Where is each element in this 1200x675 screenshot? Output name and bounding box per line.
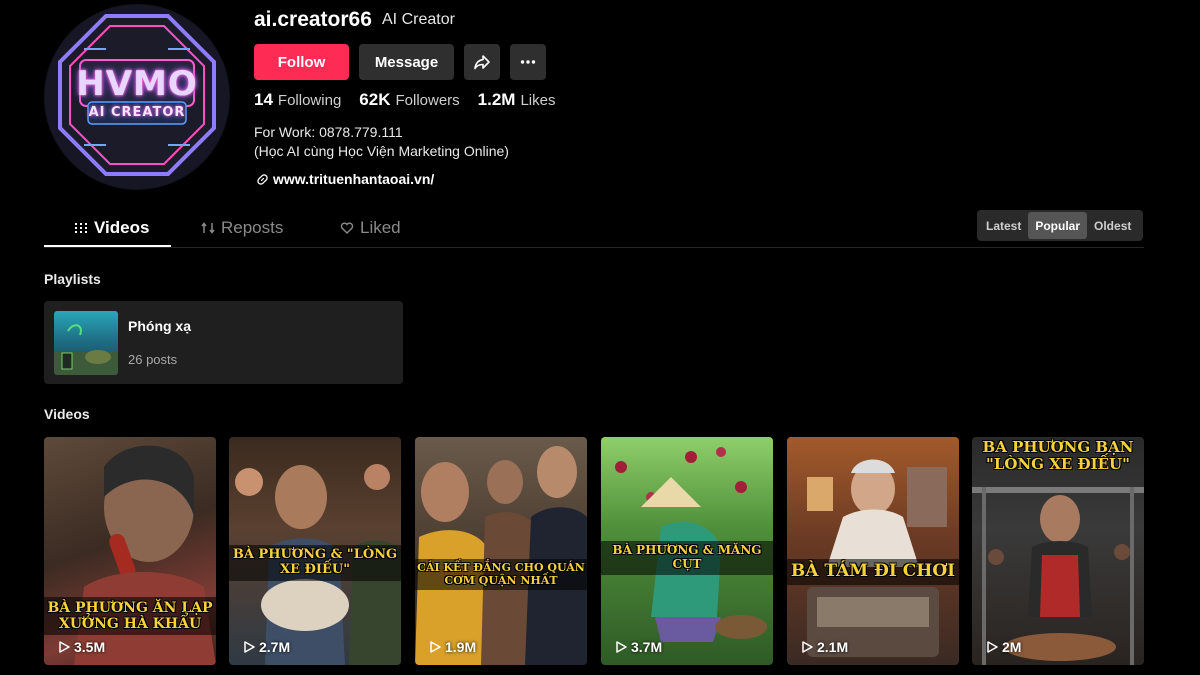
bio-line: For Work: 0878.779.111 bbox=[254, 124, 403, 140]
share-icon bbox=[474, 55, 490, 70]
video-views: 1.9M bbox=[429, 639, 476, 655]
video-card[interactable]: BÀ PHƯƠNG & "LÒNG XE ĐIẾU" 2.7M bbox=[229, 437, 401, 665]
likes-count: 1.2M bbox=[477, 90, 516, 109]
video-card[interactable]: BA PHƯƠNG BẠN "LÒNG XE ĐIẾU" 2M bbox=[972, 437, 1144, 665]
sort-oldest[interactable]: Oldest bbox=[1087, 212, 1138, 239]
following-count[interactable]: 14 bbox=[254, 90, 273, 110]
following-label[interactable]: Following bbox=[278, 92, 341, 109]
link-icon bbox=[257, 173, 268, 185]
profile-link-text[interactable]: www.trituenhantaoai.vn/ bbox=[273, 171, 434, 187]
avatar[interactable]: HVMO AI CREATOR bbox=[44, 4, 230, 190]
playlist-card[interactable]: Phóng xạ 26 posts bbox=[44, 301, 403, 384]
follow-button[interactable]: Follow bbox=[254, 44, 349, 80]
share-button[interactable] bbox=[464, 44, 500, 80]
video-views: 2.1M bbox=[801, 639, 848, 655]
grid-icon bbox=[75, 223, 87, 233]
play-icon bbox=[616, 641, 627, 653]
username: ai.creator66 bbox=[254, 8, 372, 31]
avatar-logo-subtext: AI CREATOR bbox=[88, 105, 186, 120]
video-thumbnail bbox=[415, 446, 587, 665]
video-views-count: 1.9M bbox=[445, 639, 477, 655]
followers-label[interactable]: Followers bbox=[395, 92, 459, 109]
video-thumbnail bbox=[807, 459, 947, 657]
playlist-count: 26 posts bbox=[128, 352, 178, 367]
playlist-thumbnail bbox=[54, 311, 118, 375]
profile-stats: 14 Following 62K Followers 1.2M Likes bbox=[254, 90, 574, 110]
video-card[interactable]: BÀ TÁM ĐI CHƠI 2.1M bbox=[787, 437, 959, 665]
video-caption: BÀ PHƯƠNG & MĂNG CỤT bbox=[601, 541, 773, 575]
tab-liked[interactable]: Liked bbox=[340, 218, 401, 238]
video-caption: BÀ PHƯƠNG ĂN LẠP XƯỞNG HÀ KHẨU bbox=[44, 597, 216, 636]
sort-toggle: Latest Popular Oldest bbox=[977, 210, 1143, 241]
followers-count[interactable]: 62K bbox=[359, 90, 390, 110]
play-icon bbox=[802, 641, 813, 653]
profile-link[interactable]: www.trituenhantaoai.vn/ bbox=[256, 171, 434, 187]
play-icon bbox=[430, 641, 441, 653]
video-caption: CÁI KẾT ĐẮNG CHO QUÁN CƠM QUẬN NHẤT bbox=[415, 559, 587, 591]
tab-label: Videos bbox=[94, 218, 150, 237]
sort-popular[interactable]: Popular bbox=[1028, 212, 1088, 239]
more-options-button[interactable] bbox=[510, 44, 546, 80]
video-caption: BA PHƯƠNG BẠN "LÒNG XE ĐIẾU" bbox=[982, 438, 1134, 474]
video-views-count: 3.7M bbox=[631, 639, 663, 655]
video-caption: BÀ TÁM ĐI CHƠI bbox=[787, 559, 959, 585]
tab-label: Reposts bbox=[221, 218, 284, 237]
repost-icon bbox=[201, 222, 215, 234]
tab-videos[interactable]: Videos bbox=[74, 218, 149, 238]
bio: For Work: 0878.779.111 (Học AI cùng Học … bbox=[254, 123, 509, 161]
playlists-heading: Playlists bbox=[44, 271, 101, 287]
video-views-count: 2.7M bbox=[259, 639, 291, 655]
display-name: AI Creator bbox=[382, 11, 455, 28]
video-views: 3.5M bbox=[58, 639, 105, 655]
more-dots-icon bbox=[520, 60, 536, 64]
video-views-count: 3.5M bbox=[74, 639, 106, 655]
play-icon bbox=[244, 641, 255, 653]
video-card[interactable]: BÀ PHƯƠNG ĂN LẠP XƯỞNG HÀ KHẨU 3.5M bbox=[44, 437, 216, 665]
video-card[interactable]: BÀ PHƯƠNG & MĂNG CỤT 3.7M bbox=[601, 437, 773, 665]
video-views-count: 2M bbox=[1002, 639, 1022, 655]
videos-heading: Videos bbox=[44, 406, 90, 422]
video-views: 2M bbox=[986, 639, 1021, 655]
play-icon bbox=[59, 641, 70, 653]
video-views-count: 2.1M bbox=[817, 639, 849, 655]
tab-label: Liked bbox=[360, 218, 401, 237]
active-tab-indicator bbox=[44, 245, 171, 247]
video-card[interactable]: CÁI KẾT ĐẮNG CHO QUÁN CƠM QUẬN NHẤT 1.9M bbox=[415, 437, 587, 665]
video-views: 3.7M bbox=[615, 639, 662, 655]
avatar-logo-text: HVMO bbox=[76, 64, 198, 104]
heart-icon bbox=[340, 222, 354, 234]
likes-label: Likes bbox=[520, 92, 556, 109]
bio-line: (Học AI cùng Học Viện Marketing Online) bbox=[254, 143, 509, 159]
playlist-name: Phóng xạ bbox=[128, 318, 192, 334]
play-icon bbox=[987, 641, 998, 653]
sort-latest[interactable]: Latest bbox=[979, 212, 1028, 239]
video-caption: BÀ PHƯƠNG & "LÒNG XE ĐIẾU" bbox=[229, 545, 401, 581]
tab-reposts[interactable]: Reposts bbox=[201, 218, 283, 238]
message-button[interactable]: Message bbox=[359, 44, 454, 80]
playlist-thumb-art bbox=[54, 324, 118, 375]
video-views: 2.7M bbox=[243, 639, 290, 655]
